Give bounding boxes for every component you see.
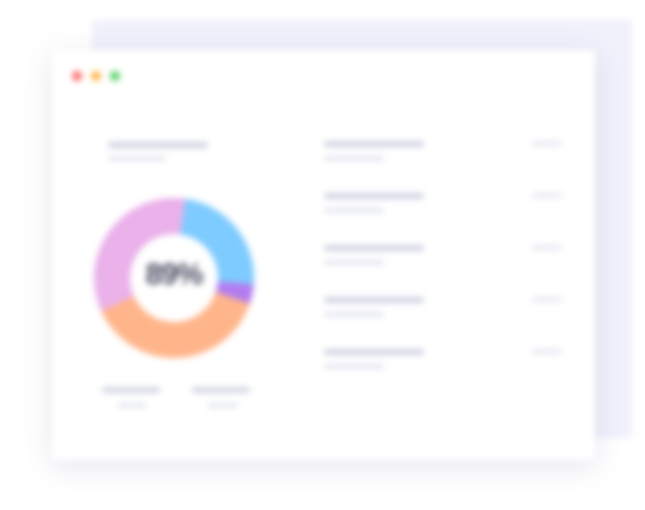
list-item-title — [324, 297, 424, 303]
stat-1-label — [118, 403, 146, 408]
list-item-value — [532, 141, 562, 146]
list-item-title — [324, 245, 424, 251]
stat-2-value — [192, 387, 250, 393]
list-item-subtitle — [324, 156, 384, 161]
stat-1-value — [102, 387, 160, 393]
list-item-title — [324, 349, 424, 355]
blurred-scene: 89% — [0, 0, 645, 510]
donut-slice-pink — [94, 198, 186, 312]
list-item-value — [532, 349, 562, 354]
stat-2-label — [208, 403, 238, 408]
donut-slice-orange — [101, 292, 250, 358]
window-controls — [72, 71, 120, 81]
chart-title-placeholder — [108, 142, 208, 148]
close-button[interactable] — [72, 71, 82, 81]
list-item-value — [532, 297, 562, 302]
list-item-title — [324, 141, 424, 147]
list-item-subtitle — [324, 364, 384, 369]
list-item-value — [532, 245, 562, 250]
maximize-button[interactable] — [110, 71, 120, 81]
list-item-subtitle — [324, 312, 384, 317]
list-item-subtitle — [324, 208, 384, 213]
list-item-title — [324, 193, 424, 199]
chart-center-value: 89% — [145, 258, 203, 291]
chart-subtitle-placeholder — [108, 156, 166, 161]
minimize-button[interactable] — [91, 71, 101, 81]
list-item-value — [532, 193, 562, 198]
list-item-subtitle — [324, 260, 384, 265]
app-window: 89% — [52, 50, 595, 460]
